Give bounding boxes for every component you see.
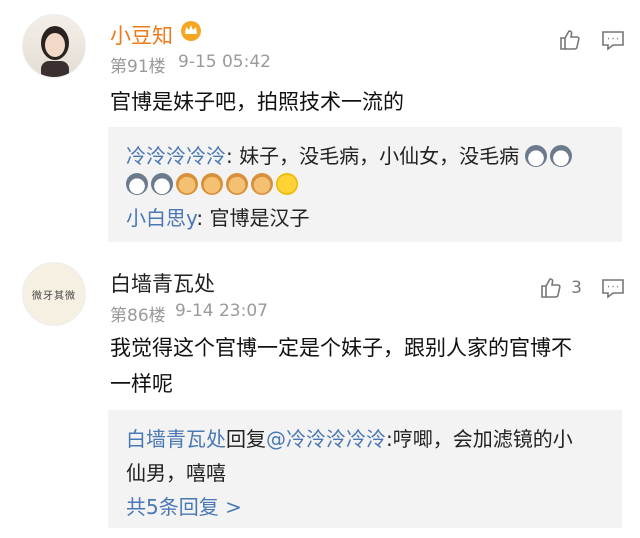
reply-button[interactable] [600,28,626,52]
reply-username[interactable]: 白墙青瓦处 [126,427,226,451]
comment-icon [602,279,624,299]
husky-emoji-icon [525,145,548,167]
husky-emoji-icon [550,145,573,167]
avatar-portrait [41,26,69,77]
reply-box: 冷泠泠冷泠: 妹子，没毛病，小仙女，没毛病 小白思y: 官博是汉子 [108,127,622,242]
cat-emoji-icon [201,173,223,195]
reply-text: : 官博是汉子 [196,206,310,230]
husky-emoji-icon [151,173,173,195]
mention-link[interactable]: @冷泠泠冷泠 [266,427,386,451]
reply-text: :哼唧，会加滤镜的小 [386,427,573,451]
comment-text-line: 我觉得这个官博一定是个妹子，跟别人家的官博不 [110,336,572,360]
username[interactable]: 小豆知 [110,20,173,50]
crown-icon [180,20,202,42]
husky-emoji-icon [126,173,148,195]
floor-number: 第86楼 [110,306,166,326]
avatar-logo-text: 微牙其微 [32,290,76,302]
reply-box: 白墙青瓦处回复@冷泠泠冷泠:哼唧，会加滤镜的小 仙男，嘻嘻 共5条回复 > [108,410,622,528]
timestamp: 9-14 23:07 [175,301,268,321]
username[interactable]: 白墙青瓦处 [110,268,215,298]
thumbs-up-icon [560,30,580,50]
comment-text: 我觉得这个官博一定是个妹子，跟别人家的官博不 一样呢 [110,330,620,402]
laughing-emoji-icon [276,173,298,195]
comment-text: 官博是妹子吧，拍照技术一流的 [110,90,404,114]
avatar[interactable]: 微牙其微 [22,262,86,326]
reply-label: 回复 [226,427,266,451]
comment-actions [558,28,626,52]
reply-text-line: 仙男，嘻嘻 [126,461,226,485]
like-count: 3 [571,278,582,298]
reply-username[interactable]: 小白思y [126,206,196,230]
comment-text-line: 一样呢 [110,372,173,396]
comment-actions: 3 [539,276,626,300]
cat-emoji-icon [251,173,273,195]
cat-emoji-icon [226,173,248,195]
comment-icon [602,31,624,51]
reply-item: 白墙青瓦处回复@冷泠泠冷泠:哼唧，会加滤镜的小 [126,422,608,456]
reply-button[interactable] [600,276,626,300]
avatar[interactable] [22,14,86,78]
thumbs-up-icon [541,278,561,298]
more-replies-link[interactable]: 共5条回复 > [126,490,608,524]
reply-text: : 妹子，没毛病，小仙女，没毛病 [226,144,520,168]
floor-number: 第91楼 [110,57,166,77]
cat-emoji-icon [176,173,198,195]
like-button[interactable]: 3 [539,276,582,300]
reply-item: 小白思y: 官博是汉子 [126,201,608,235]
timestamp: 9-15 05:42 [178,52,271,72]
like-button[interactable] [558,28,582,52]
reply-username[interactable]: 冷泠泠冷泠 [126,144,226,168]
